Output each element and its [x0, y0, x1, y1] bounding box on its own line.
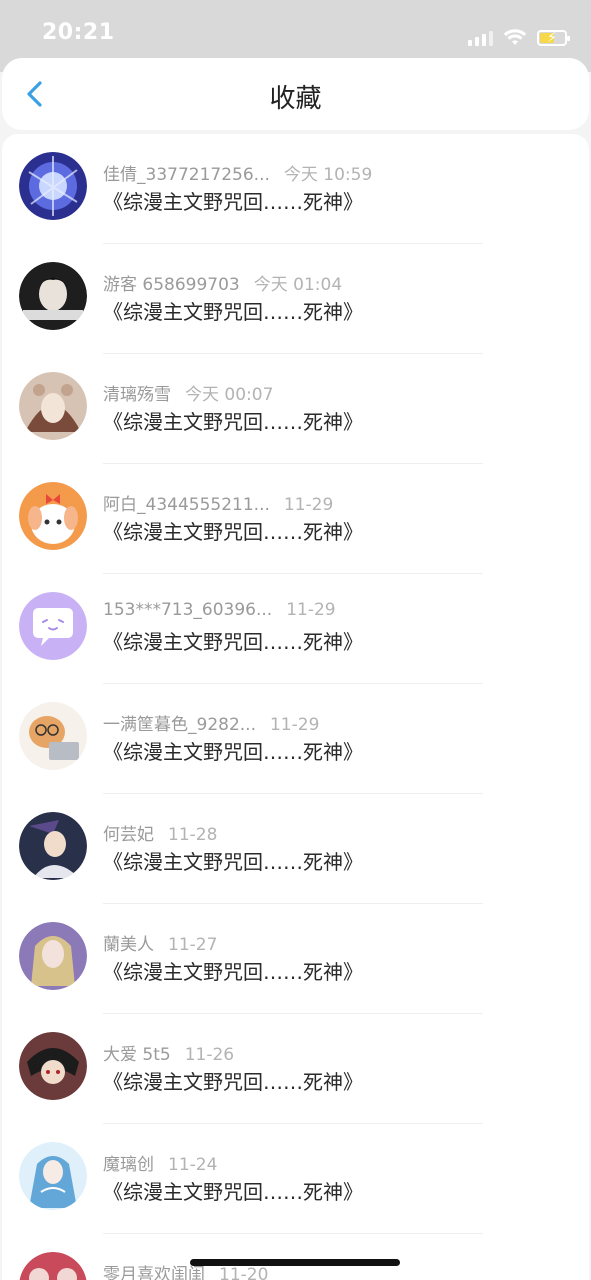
list-item[interactable]: 一满筐暮色_9282... 11-29 《综漫主文野咒回……死神》 — [2, 684, 589, 794]
list-item[interactable]: 魔璃创 11-24 《综漫主文野咒回……死神》 — [2, 1124, 589, 1234]
page-title: 收藏 — [269, 84, 322, 114]
timestamp: 今天 01:04 — [253, 275, 343, 295]
list-item[interactable]: 大爱 5t5 11-26 《综漫主文野咒回……死神》 — [2, 1014, 589, 1124]
avatar[interactable] — [19, 1032, 87, 1100]
wifi-icon — [503, 29, 527, 45]
list-item[interactable]: 零月喜欢闺闺 11-20 — [2, 1234, 589, 1280]
avatar[interactable] — [19, 812, 87, 880]
list-item[interactable]: 清璃殇雪 今天 00:07 《综漫主文野咒回……死神》 — [2, 354, 589, 464]
username: 清璃殇雪 — [103, 385, 171, 405]
item-title: 《综漫主文野咒回……死神》 — [103, 410, 363, 434]
username: 一满筐暮色_9282... — [103, 715, 256, 735]
timestamp: 11-26 — [184, 1045, 235, 1065]
timestamp: 11-28 — [168, 825, 218, 845]
username: 大爱 5t5 — [103, 1045, 171, 1065]
avatar[interactable] — [19, 1142, 87, 1210]
username: 佳倩_3377217256... — [103, 165, 270, 185]
timestamp: 11-20 — [219, 1265, 269, 1280]
item-title: 《综漫主文野咒回……死神》 — [103, 960, 363, 984]
timestamp: 11-29 — [269, 715, 320, 735]
list-item[interactable]: 蘭美人 11-27 《综漫主文野咒回……死神》 — [2, 904, 589, 1014]
item-meta: 蘭美人 11-27 — [103, 930, 217, 955]
signal-icon — [468, 30, 493, 46]
navigation-header: 收藏 — [2, 58, 589, 130]
avatar[interactable] — [19, 1252, 87, 1280]
status-icons: ⚡ — [468, 24, 570, 46]
item-meta: 清璃殇雪 今天 00:07 — [103, 380, 273, 405]
item-title: 《综漫主文野咒回……死神》 — [103, 740, 363, 764]
timestamp: 11-27 — [168, 935, 218, 955]
item-meta: 153***713_60396... 11-29 — [103, 600, 336, 620]
username: 153***713_60396... — [103, 600, 273, 620]
timestamp: 11-29 — [283, 495, 334, 515]
home-indicator[interactable] — [190, 1259, 400, 1266]
username: 阿白_4344555211... — [103, 495, 270, 515]
item-meta: 佳倩_3377217256... 今天 10:59 — [103, 160, 372, 185]
avatar[interactable] — [19, 702, 87, 770]
item-meta: 游客 658699703 今天 01:04 — [103, 270, 342, 295]
item-title: 《综漫主文野咒回……死神》 — [103, 520, 363, 544]
favorites-list: 佳倩_3377217256... 今天 10:59 《综漫主文野咒回……死神》 游… — [2, 134, 589, 1280]
item-title: 《综漫主文野咒回……死神》 — [103, 1070, 363, 1094]
timestamp: 11-24 — [168, 1155, 218, 1175]
username: 蘭美人 — [103, 935, 154, 955]
item-title: 《综漫主文野咒回……死神》 — [103, 630, 363, 654]
status-time: 20:21 — [42, 20, 115, 45]
item-meta: 一满筐暮色_9282... 11-29 — [103, 710, 319, 735]
avatar[interactable] — [19, 262, 87, 330]
avatar[interactable] — [19, 372, 87, 440]
item-meta: 大爱 5t5 11-26 — [103, 1040, 234, 1065]
battery-icon: ⚡ — [537, 30, 570, 46]
username: 游客 658699703 — [103, 275, 240, 295]
username: 何芸妃 — [103, 825, 154, 845]
timestamp: 今天 10:59 — [283, 165, 373, 185]
item-title: 《综漫主文野咒回……死神》 — [103, 190, 363, 214]
timestamp: 今天 00:07 — [185, 385, 274, 405]
item-meta: 阿白_4344555211... 11-29 — [103, 490, 333, 515]
item-title: 《综漫主文野咒回……死神》 — [103, 300, 363, 324]
list-item[interactable]: 阿白_4344555211... 11-29 《综漫主文野咒回……死神》 — [2, 464, 589, 574]
list-item[interactable]: 153***713_60396... 11-29 《综漫主文野咒回……死神》 — [2, 574, 589, 684]
list-item[interactable]: 何芸妃 11-28 《综漫主文野咒回……死神》 — [2, 794, 589, 904]
avatar[interactable] — [19, 152, 87, 220]
avatar[interactable] — [19, 482, 87, 550]
username: 零月喜欢闺闺 — [103, 1265, 205, 1280]
item-meta: 何芸妃 11-28 — [103, 820, 217, 845]
item-title: 《综漫主文野咒回……死神》 — [103, 850, 363, 874]
list-item[interactable]: 佳倩_3377217256... 今天 10:59 《综漫主文野咒回……死神》 — [2, 134, 589, 244]
avatar[interactable] — [19, 922, 87, 990]
avatar[interactable] — [19, 592, 87, 660]
list-item[interactable]: 游客 658699703 今天 01:04 《综漫主文野咒回……死神》 — [2, 244, 589, 354]
item-title: 《综漫主文野咒回……死神》 — [103, 1180, 363, 1204]
username: 魔璃创 — [103, 1155, 154, 1175]
timestamp: 11-29 — [286, 600, 336, 620]
item-meta: 魔璃创 11-24 — [103, 1150, 217, 1175]
